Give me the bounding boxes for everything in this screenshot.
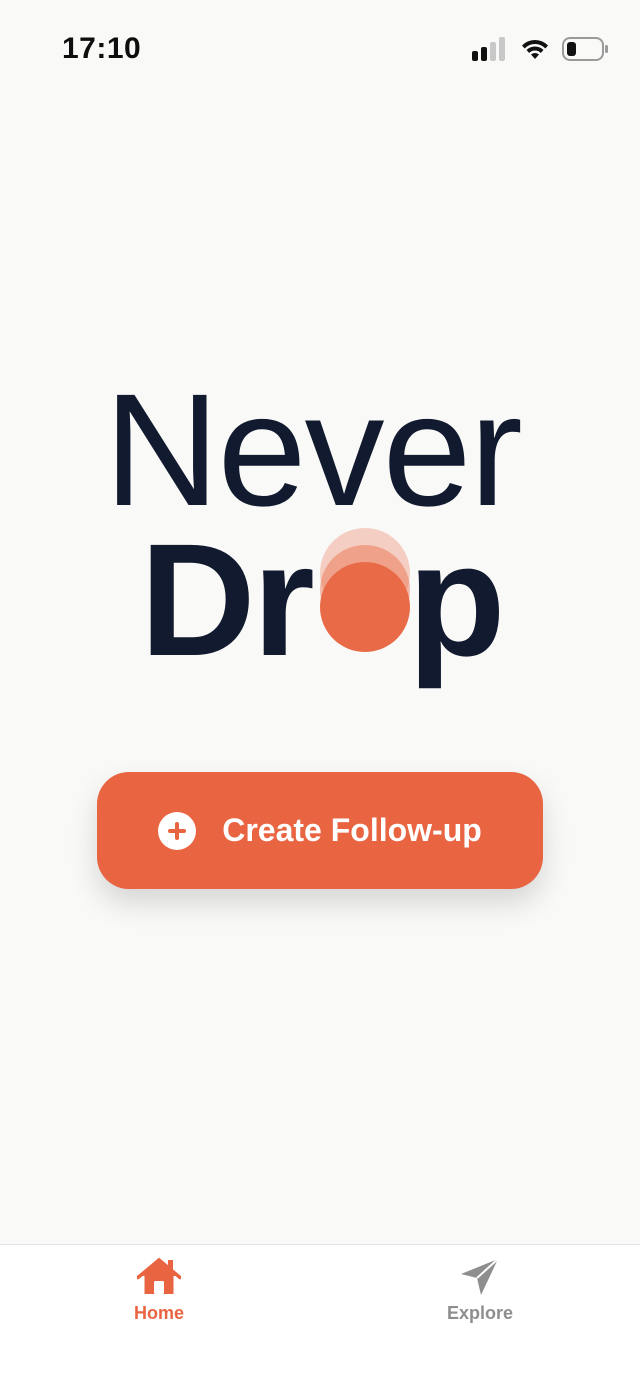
logo-drop-prefix: Dr	[140, 510, 315, 689]
status-time: 17:10	[62, 32, 142, 65]
home-icon	[137, 1257, 181, 1297]
plus-circle-icon	[158, 811, 197, 850]
logo-line-never: Never	[104, 360, 523, 539]
logo-drop-suffix: p	[407, 510, 506, 689]
wifi-icon	[520, 37, 550, 66]
never-drop-logo: Never Dr p	[0, 360, 640, 680]
tab-bar: Home Explore	[0, 1244, 640, 1387]
tab-explore-label: Explore	[446, 1303, 514, 1323]
battery-icon	[562, 36, 608, 66]
create-follow-up-label: Create Follow-up	[222, 812, 482, 848]
tab-home[interactable]: Home	[79, 1257, 239, 1337]
status-bar: 17:10	[0, 0, 640, 100]
tab-home-label: Home	[133, 1303, 184, 1323]
status-icons	[472, 36, 608, 66]
cellular-signal-icon	[472, 36, 508, 66]
paper-plane-icon	[458, 1257, 502, 1297]
tab-explore[interactable]: Explore	[400, 1257, 560, 1337]
logo-dot	[320, 562, 410, 652]
create-follow-up-button[interactable]: Create Follow-up	[97, 772, 543, 889]
